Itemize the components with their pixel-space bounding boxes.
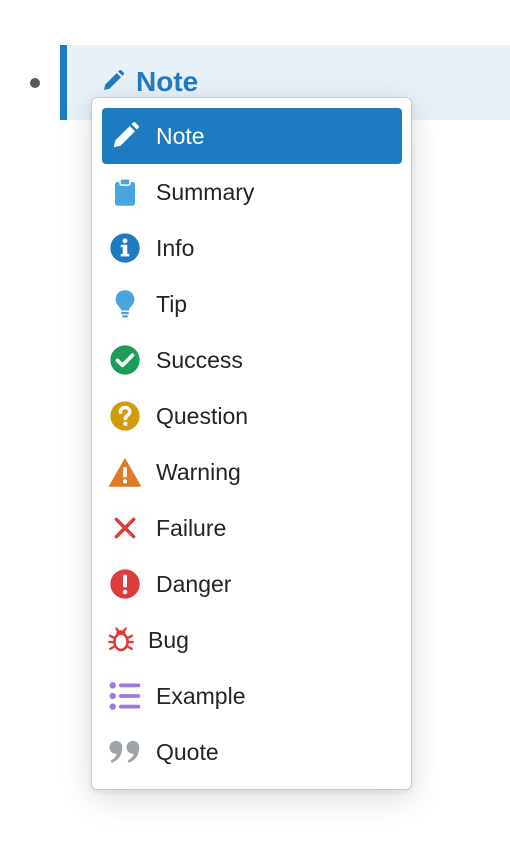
info-icon: [108, 231, 142, 265]
menu-item-success[interactable]: Success: [102, 332, 402, 388]
menu-item-bug[interactable]: Bug: [102, 612, 402, 668]
menu-item-label: Question: [156, 403, 249, 429]
pencil-icon: [101, 69, 125, 93]
lightbulb-icon: [108, 287, 142, 321]
check-circle-icon: [108, 343, 142, 377]
menu-item-info[interactable]: Info: [102, 220, 402, 276]
menu-item-label: Quote: [156, 739, 219, 765]
clipboard-icon: [108, 175, 142, 209]
warning-triangle-icon: [108, 455, 142, 489]
menu-item-label: Tip: [156, 291, 188, 317]
pencil-icon: [108, 119, 142, 153]
menu-item-label: Warning: [156, 459, 241, 485]
menu-item-note[interactable]: Note: [102, 108, 402, 164]
menu-item-label: Note: [156, 123, 205, 149]
x-icon: [108, 511, 142, 545]
question-circle-icon: [108, 399, 142, 433]
menu-item-label: Example: [156, 683, 246, 709]
menu-item-quote[interactable]: Quote: [102, 724, 402, 780]
menu-item-label: Bug: [148, 627, 189, 653]
menu-item-failure[interactable]: Failure: [102, 500, 402, 556]
menu-item-label: Danger: [156, 571, 232, 597]
menu-item-warning[interactable]: Warning: [102, 444, 402, 500]
menu-item-label: Failure: [156, 515, 227, 541]
menu-item-tip[interactable]: Tip: [102, 276, 402, 332]
menu-item-summary[interactable]: Summary: [102, 164, 402, 220]
callout-type-menu: Note Summary Info Tip Success Question W…: [91, 97, 412, 790]
menu-item-question[interactable]: Question: [102, 388, 402, 444]
menu-item-danger[interactable]: Danger: [102, 556, 402, 612]
list-bullet: [30, 78, 40, 88]
menu-item-example[interactable]: Example: [102, 668, 402, 724]
quote-icon: [108, 735, 142, 769]
page: Note Note Summary Info Tip Success Quest…: [0, 0, 510, 852]
menu-item-label: Info: [156, 235, 195, 261]
exclamation-circle-icon: [108, 567, 142, 601]
callout-title: Note: [136, 66, 199, 97]
list-icon: [108, 679, 142, 713]
bug-icon: [104, 623, 138, 657]
menu-item-label: Success: [156, 347, 243, 373]
menu-item-label: Summary: [156, 179, 255, 205]
